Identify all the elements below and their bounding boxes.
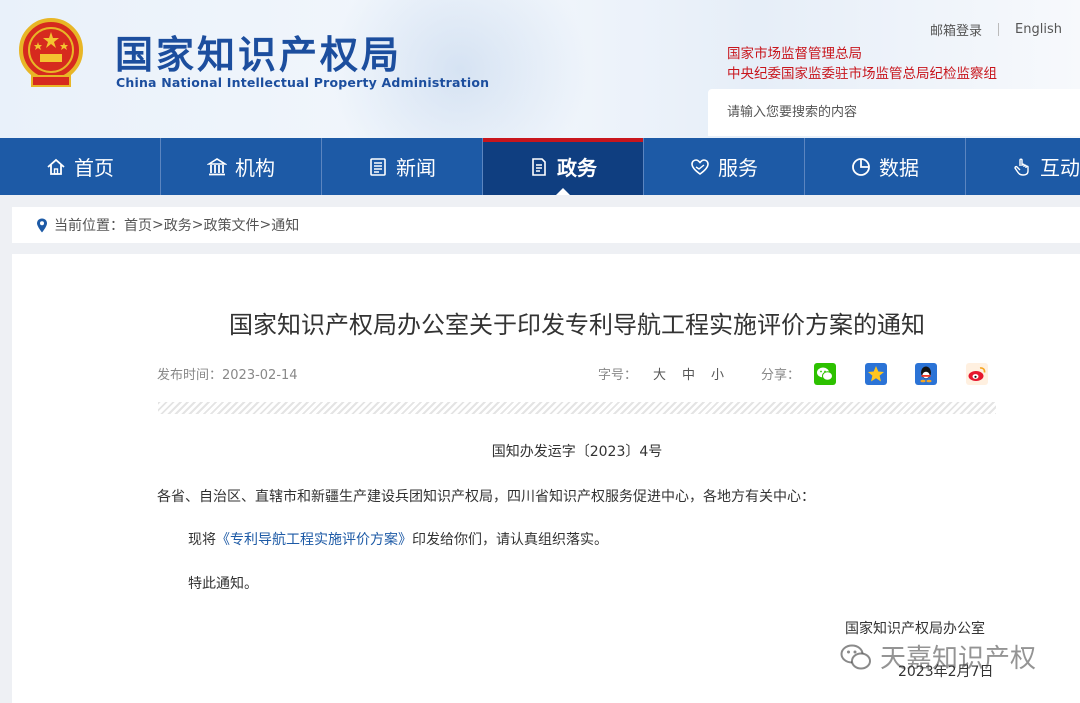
breadcrumb: 当前位置： 首页 > 政务 > 政策文件 > 通知 <box>12 207 1080 243</box>
nav-label: 新闻 <box>396 156 436 180</box>
qq-share-button[interactable] <box>915 363 937 385</box>
nav-item-home[interactable]: 首页 <box>0 138 161 195</box>
breadcrumb-home[interactable]: 首页 <box>124 215 152 235</box>
document-number: 国知办发运字〔2023〕4号 <box>491 444 663 460</box>
email-login-link[interactable]: 邮箱登录 <box>930 20 982 39</box>
article-recipients: 各省、自治区、直辖市和新疆生产建设兵团知识产权局，四川省知识产权服务促进中心，各… <box>157 489 815 505</box>
national-emblem-icon[interactable] <box>18 18 84 90</box>
breadcrumb-policy-documents[interactable]: 政策文件 <box>203 215 259 235</box>
publish-date: 发布时间：2023-02-14 <box>157 368 298 383</box>
pie-chart-icon <box>852 157 870 176</box>
watermark-text: 天嘉知识产权 <box>880 644 1037 674</box>
samr-link[interactable]: 国家市场监督管理总局 <box>727 42 862 62</box>
breadcrumb-government-affairs[interactable]: 政务 <box>164 215 192 235</box>
font-size-large[interactable]: 大 <box>653 364 666 383</box>
nav-item-government-affairs[interactable]: 政务 <box>483 138 644 195</box>
body-prefix: 现将 <box>188 532 216 548</box>
nav-label: 服务 <box>718 156 758 180</box>
weibo-share-button[interactable] <box>966 363 988 385</box>
article-closing: 特此通知。 <box>188 576 258 592</box>
article-divider <box>158 402 996 414</box>
breadcrumb-separator: > <box>191 217 204 233</box>
nav-item-data[interactable]: 数据 <box>805 138 966 195</box>
qq-icon <box>920 366 932 383</box>
building-icon <box>207 157 227 175</box>
weibo-icon <box>968 367 986 381</box>
site-header: 国家知识产权局 China National Intellectual Prop… <box>0 0 1080 138</box>
nav-label: 首页 <box>74 156 114 180</box>
article-title: 国家知识产权局办公室关于印发专利导航工程实施评价方案的通知 <box>229 311 925 339</box>
search-input[interactable] <box>708 89 1080 136</box>
font-size-small[interactable]: 小 <box>711 364 724 383</box>
wechat-share-button[interactable] <box>814 363 836 385</box>
link-divider <box>998 23 1000 36</box>
newspaper-icon <box>370 157 386 176</box>
breadcrumb-notice[interactable]: 通知 <box>271 215 299 235</box>
wechat-icon <box>840 644 871 669</box>
english-link[interactable]: English <box>1015 22 1062 37</box>
body-suffix: 印发给你们，请认真组织落实。 <box>412 532 608 548</box>
nav-item-services[interactable]: 服务 <box>644 138 805 195</box>
nav-label: 数据 <box>879 156 919 180</box>
article-panel: 国家知识产权局办公室关于印发专利导航工程实施评价方案的通知 发布时间：2023-… <box>12 254 1080 703</box>
location-pin-icon <box>37 218 47 232</box>
font-size-controls: 字号： 大 中 小 <box>598 364 724 383</box>
nav-label: 政务 <box>557 156 597 180</box>
qzone-icon <box>868 366 884 382</box>
nav-item-interaction[interactable]: 互动 <box>966 138 1080 195</box>
breadcrumb-separator: > <box>259 217 272 233</box>
watermark: 天嘉知识产权 <box>840 638 1036 675</box>
document-icon <box>532 157 546 176</box>
font-size-medium[interactable]: 中 <box>682 364 695 383</box>
breadcrumb-prefix: 当前位置： <box>54 218 124 234</box>
nav-label: 机构 <box>235 156 275 180</box>
search-box <box>708 89 1080 136</box>
main-nav: 首页 机构 新闻 政务 服务 数据 互动 <box>0 138 1080 195</box>
font-size-label: 字号： <box>598 368 638 383</box>
heart-hand-icon <box>691 158 709 175</box>
site-logo-title[interactable]: 国家知识产权局 <box>115 24 402 79</box>
home-icon <box>47 158 65 175</box>
nav-item-organization[interactable]: 机构 <box>161 138 322 195</box>
nav-item-news[interactable]: 新闻 <box>322 138 483 195</box>
hand-pointer-icon <box>1014 158 1029 176</box>
qzone-share-button[interactable] <box>865 363 887 385</box>
article-signer: 国家知识产权局办公室 <box>845 621 985 637</box>
nav-label: 互动 <box>1040 156 1080 180</box>
discipline-inspection-link[interactable]: 中央纪委国家监委驻市场监管总局纪检监察组 <box>727 62 997 82</box>
article-body-paragraph: 现将《专利导航工程实施评价方案》印发给你们，请认真组织落实。 <box>188 529 608 549</box>
wechat-icon <box>817 367 833 381</box>
site-logo-subtitle[interactable]: China National Intellectual Property Adm… <box>116 75 489 90</box>
attachment-link[interactable]: 《专利导航工程实施评价方案》 <box>216 532 412 548</box>
share-label: 分享： <box>761 368 801 383</box>
top-links: 邮箱登录 English <box>930 20 1062 39</box>
breadcrumb-separator: > <box>152 217 164 233</box>
